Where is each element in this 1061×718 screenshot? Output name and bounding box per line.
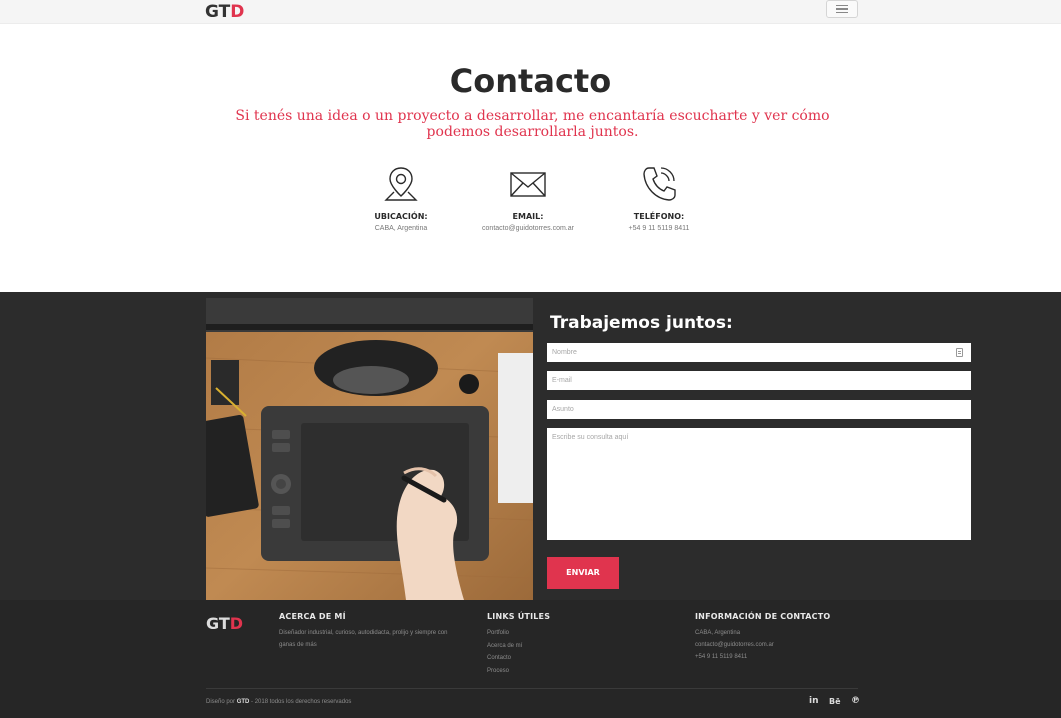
top-navbar: GTD xyxy=(0,0,1061,24)
footer-email[interactable]: contacto@guidotorres.com.ar xyxy=(695,639,865,651)
copyright-text: Diseño por GTD - 2018 todos los derechos… xyxy=(206,699,352,705)
footer-phone[interactable]: +54 9 11 5119 8411 xyxy=(695,651,865,663)
name-placeholder: Nombre xyxy=(552,349,577,356)
desk-tablet-photo xyxy=(206,298,533,600)
subject-placeholder: Asunto xyxy=(552,406,574,413)
linkedin-icon[interactable]: in xyxy=(809,696,819,706)
footer-link-process[interactable]: Proceso xyxy=(487,665,637,678)
location-value: CABA, Argentina xyxy=(374,225,428,232)
footer-location: CABA, Argentina xyxy=(695,630,741,636)
email-value[interactable]: contacto@guidotorres.com.ar xyxy=(458,225,598,232)
links-heading: LINKS ÚTILES xyxy=(487,612,551,621)
phone-label: TELÉFONO: xyxy=(633,212,685,221)
email-label: EMAIL: xyxy=(512,212,544,221)
pinterest-icon[interactable]: ℗ xyxy=(851,696,860,706)
email-placeholder: E-mail xyxy=(552,377,572,384)
name-input[interactable]: Nombre xyxy=(547,343,971,362)
location-label: UBICACIÓN: xyxy=(374,212,428,221)
email-input[interactable]: E-mail xyxy=(547,371,971,390)
footer-about: ACERCA DE MÍ Diseñador industrial, curio… xyxy=(279,612,459,651)
form-title: Trabajemos juntos: xyxy=(550,313,733,333)
send-button[interactable]: ENVIAR xyxy=(547,557,619,589)
photo-illustration xyxy=(206,298,533,600)
logo-text: GT xyxy=(205,2,231,22)
about-heading: ACERCA DE MÍ xyxy=(279,612,346,621)
phone-value[interactable]: +54 9 11 5119 8411 xyxy=(589,225,729,232)
page-title: Contacto xyxy=(449,62,612,100)
footer-contact-info: INFORMACIÓN DE CONTACTO CABA, Argentina … xyxy=(695,612,865,663)
contact-phone: TELÉFONO: +54 9 11 5119 8411 xyxy=(589,164,729,232)
contact-email: EMAIL: contacto@guidotorres.com.ar xyxy=(458,164,598,232)
footer-link-portfolio[interactable]: Portfolio xyxy=(487,627,637,640)
contact-location: UBICACIÓN: CABA, Argentina xyxy=(331,164,471,232)
hamburger-icon xyxy=(836,4,848,7)
behance-icon[interactable]: Bē xyxy=(829,697,841,706)
about-text: Diseñador industrial, curioso, autodidac… xyxy=(279,630,448,648)
page-subtitle: Si tenés una idea o un proyecto a desarr… xyxy=(235,108,830,140)
copyright-brand: GTD xyxy=(236,699,250,705)
logo-accent: D xyxy=(230,2,245,22)
subject-input[interactable]: Asunto xyxy=(547,400,971,419)
message-textarea[interactable]: Escribe su consulta aquí xyxy=(547,428,971,540)
footer-link-about[interactable]: Acerca de mí xyxy=(487,640,637,653)
envelope-icon xyxy=(510,172,546,197)
menu-toggle-button[interactable] xyxy=(826,0,858,18)
phone-icon xyxy=(643,167,676,201)
location-pin-icon xyxy=(384,167,418,201)
footer-logo[interactable]: GTD xyxy=(206,614,243,633)
footer-links: LINKS ÚTILES Portfolio Acerca de mí Cont… xyxy=(487,612,637,677)
message-placeholder: Escribe su consulta aquí xyxy=(552,434,629,441)
footer-logo-text: GT xyxy=(206,614,230,633)
contact-card-icon xyxy=(956,348,963,357)
brand-logo[interactable]: GTD xyxy=(205,2,244,22)
footer-link-contact[interactable]: Contacto xyxy=(487,652,637,665)
footer-logo-accent: D xyxy=(229,614,244,633)
contact-info-heading: INFORMACIÓN DE CONTACTO xyxy=(695,612,831,621)
footer-divider xyxy=(206,688,858,689)
